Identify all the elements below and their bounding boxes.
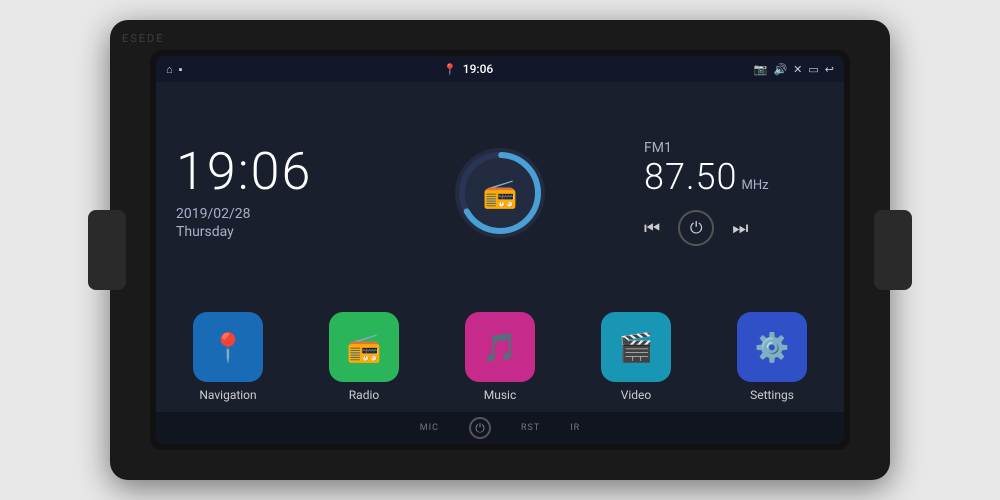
video-label: Video xyxy=(621,388,652,402)
app-settings[interactable]: ⚙️ Settings xyxy=(708,312,836,402)
status-bar: ⌂ ▪ 📍 19:06 📷 🔊 ✕ ▭ ↩ xyxy=(156,56,844,82)
location-icon: 📍 xyxy=(443,63,457,76)
status-bar-center: 📍 19:06 xyxy=(443,62,493,76)
radio-app-icon: 📻 xyxy=(347,331,382,364)
close-status-icon[interactable]: ✕ xyxy=(793,63,802,76)
window-icon[interactable]: ▭ xyxy=(808,63,818,76)
app-grid: 📍 Navigation 📻 Radio 🎵 Music xyxy=(156,304,844,412)
prev-track-button[interactable]: ⏮ xyxy=(644,218,660,239)
screen-bezel: ⌂ ▪ 📍 19:06 📷 🔊 ✕ ▭ ↩ xyxy=(150,50,850,450)
bottom-bar: MIC ⏻ RST IR xyxy=(156,412,844,444)
navigation-icon-bg: 📍 xyxy=(193,312,263,382)
navigation-label: Navigation xyxy=(199,388,256,402)
bracket-right xyxy=(874,210,912,290)
status-bar-left: ⌂ ▪ xyxy=(166,63,183,76)
freq-row: 87.50 MHz xyxy=(644,156,824,198)
bottom-power-button[interactable]: ⏻ xyxy=(469,417,491,439)
music-icon: 🎵 xyxy=(483,331,518,364)
music-label: Music xyxy=(484,388,516,402)
video-icon-bg: 🎬 xyxy=(601,312,671,382)
ir-label: IR xyxy=(570,423,580,433)
settings-icon-bg: ⚙️ xyxy=(737,312,807,382)
radio-circle-panel: 📻 xyxy=(376,82,624,304)
next-track-button[interactable]: ⏭ xyxy=(732,218,748,239)
radio-label: Radio xyxy=(349,388,379,402)
app-video[interactable]: 🎬 Video xyxy=(572,312,700,402)
clock-time: 19:06 xyxy=(176,146,356,198)
camera-icon[interactable]: 📷 xyxy=(754,63,768,76)
navigation-icon: 📍 xyxy=(211,331,246,364)
radio-band: FM1 xyxy=(644,140,824,156)
mic-label: MIC xyxy=(420,423,439,433)
bracket-left xyxy=(88,210,126,290)
settings-label: Settings xyxy=(750,388,794,402)
watermark-text: ESEDE xyxy=(122,32,165,45)
video-icon: 🎬 xyxy=(619,331,654,364)
radio-icon-bg: 📻 xyxy=(329,312,399,382)
settings-icon: ⚙️ xyxy=(755,331,790,364)
home-icon[interactable]: ⌂ xyxy=(166,63,173,76)
app-navigation[interactable]: 📍 Navigation xyxy=(164,312,292,402)
radio-icon: 📻 xyxy=(483,177,518,210)
app-radio[interactable]: 📻 Radio xyxy=(300,312,428,402)
main-content: 19:06 2019/02/28 Thursday 📻 xyxy=(156,82,844,304)
clock-panel: 19:06 2019/02/28 Thursday xyxy=(156,82,376,304)
screen: ⌂ ▪ 📍 19:06 📷 🔊 ✕ ▭ ↩ xyxy=(156,56,844,444)
radio-unit: MHz xyxy=(742,178,769,193)
car-head-unit: ESEDE ⌂ ▪ 📍 19:06 📷 🔊 ✕ ▭ xyxy=(110,20,890,480)
rst-label: RST xyxy=(521,423,540,433)
menu-icon[interactable]: ▪ xyxy=(179,63,183,76)
app-music[interactable]: 🎵 Music xyxy=(436,312,564,402)
music-icon-bg: 🎵 xyxy=(465,312,535,382)
power-button[interactable]: ⏻ xyxy=(678,210,714,246)
clock-day: Thursday xyxy=(176,224,356,240)
radio-frequency: 87.50 xyxy=(644,156,738,198)
radio-info-panel: FM1 87.50 MHz ⏮ ⏻ ⏭ xyxy=(624,82,844,304)
back-icon[interactable]: ↩ xyxy=(825,63,834,76)
status-bar-right: 📷 🔊 ✕ ▭ ↩ xyxy=(754,63,834,76)
radio-circle[interactable]: 📻 xyxy=(455,148,545,238)
status-time: 19:06 xyxy=(463,62,493,76)
radio-controls: ⏮ ⏻ ⏭ xyxy=(644,210,824,246)
volume-icon[interactable]: 🔊 xyxy=(773,63,787,76)
clock-date: 2019/02/28 xyxy=(176,206,356,222)
